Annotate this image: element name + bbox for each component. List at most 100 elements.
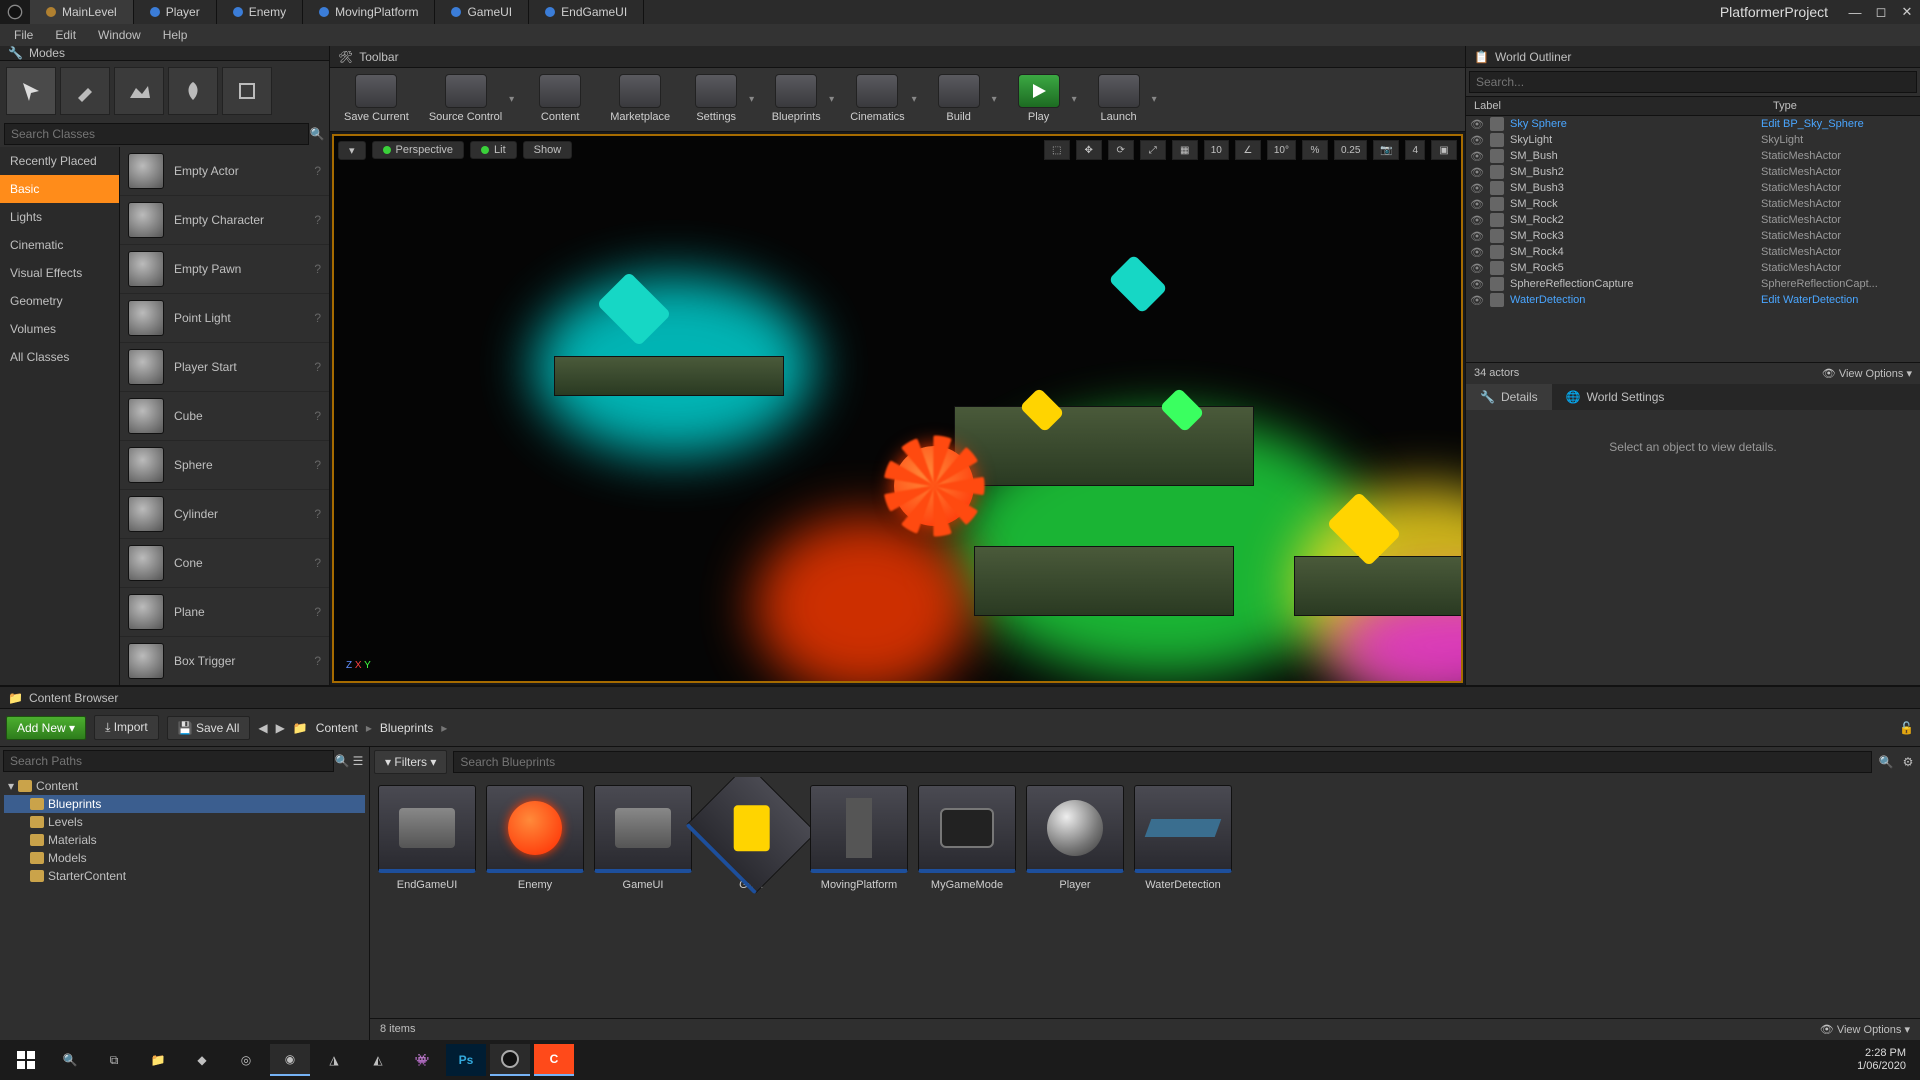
document-tab[interactable]: MainLevel <box>30 0 134 24</box>
outliner-row[interactable]: 👁SM_Bush3StaticMeshActor <box>1466 180 1920 196</box>
camtasia-icon[interactable]: C <box>534 1044 574 1076</box>
placement-category[interactable]: Geometry <box>0 287 119 315</box>
help-icon[interactable]: ? <box>314 262 321 276</box>
epic-launcher-icon[interactable]: ◆ <box>182 1044 222 1076</box>
asset-tile[interactable]: MyGameMode <box>918 785 1016 891</box>
window-close-button[interactable]: ✕ <box>1894 0 1920 24</box>
viewport-maximize-button[interactable]: ▣ <box>1431 140 1457 160</box>
help-icon[interactable]: ? <box>314 164 321 178</box>
breadcrumb-item[interactable]: Blueprints <box>380 721 433 735</box>
placement-actor[interactable]: Point Light? <box>120 294 329 343</box>
save-current-button[interactable]: Save Current <box>338 72 415 125</box>
placement-actor[interactable]: Box Trigger? <box>120 637 329 686</box>
task-view-icon[interactable]: ⧉ <box>94 1044 134 1076</box>
menu-item[interactable]: Window <box>88 26 151 44</box>
help-icon[interactable]: ? <box>314 311 321 325</box>
asset-tile[interactable]: Player <box>1026 785 1124 891</box>
level-viewport[interactable]: ▾ Perspective Lit Show ⬚ ✥ ⟳ ⤢ ▦ 10 ∠ 10… <box>332 134 1463 683</box>
unreal-icon[interactable] <box>490 1044 530 1076</box>
source-tree-node[interactable]: Levels <box>4 813 365 831</box>
search-icon[interactable]: 🔍 <box>309 126 325 142</box>
visibility-toggle-icon[interactable]: 👁 <box>1470 166 1484 179</box>
paint-mode-button[interactable] <box>60 67 110 115</box>
visibility-toggle-icon[interactable]: 👁 <box>1470 294 1484 307</box>
history-fwd-button[interactable]: ▶ <box>276 721 285 735</box>
import-button[interactable]: ⤓ Import <box>94 715 159 740</box>
add-new-button[interactable]: Add New ▾ <box>6 716 86 740</box>
placement-actor[interactable]: Cylinder? <box>120 490 329 539</box>
window-minimize-button[interactable]: — <box>1842 0 1868 24</box>
modes-panel-tab[interactable]: 🔧 Modes <box>0 46 329 61</box>
visibility-toggle-icon[interactable]: 👁 <box>1470 214 1484 227</box>
placement-actor[interactable]: Empty Actor? <box>120 147 329 196</box>
expand-icon[interactable]: ▾ <box>8 779 14 793</box>
world-settings-tab[interactable]: 🌐 World Settings <box>1552 384 1679 410</box>
steam-icon[interactable]: ◎ <box>226 1044 266 1076</box>
source-tree-node[interactable]: Materials <box>4 831 365 849</box>
document-tab[interactable]: Enemy <box>217 0 303 24</box>
visibility-toggle-icon[interactable]: 👁 <box>1470 278 1484 291</box>
asset-tile[interactable]: GameUI <box>594 785 692 891</box>
search-paths-input[interactable] <box>3 750 334 772</box>
asset-tile[interactable]: MovingPlatform <box>810 785 908 891</box>
source-tree-node[interactable]: ▾Content <box>4 777 365 795</box>
document-tab[interactable]: MovingPlatform <box>303 0 435 24</box>
placement-category[interactable]: Volumes <box>0 315 119 343</box>
content-view-options[interactable]: 👁 View Options ▾ <box>1820 1023 1910 1036</box>
help-icon[interactable]: ? <box>314 605 321 619</box>
visibility-toggle-icon[interactable]: 👁 <box>1470 246 1484 259</box>
placement-actor[interactable]: Empty Pawn? <box>120 245 329 294</box>
content-button[interactable]: Content <box>524 72 596 125</box>
search-classes-input[interactable] <box>4 123 309 145</box>
outliner-row[interactable]: 👁Sky SphereEdit BP_Sky_Sphere <box>1466 116 1920 132</box>
help-icon[interactable]: ? <box>314 556 321 570</box>
build-button[interactable]: Build <box>927 72 999 125</box>
outliner-search-input[interactable] <box>1469 71 1917 93</box>
visibility-toggle-icon[interactable]: 👁 <box>1470 230 1484 243</box>
placement-actor[interactable]: Sphere? <box>120 441 329 490</box>
menu-item[interactable]: File <box>4 26 43 44</box>
camera-speed-value[interactable]: 4 <box>1405 140 1425 160</box>
outliner-row[interactable]: 👁SM_Rock3StaticMeshActor <box>1466 228 1920 244</box>
transform-scale-button[interactable]: ⤢ <box>1140 140 1166 160</box>
visibility-toggle-icon[interactable]: 👁 <box>1470 150 1484 163</box>
source-tree-node[interactable]: StarterContent <box>4 867 365 885</box>
search-assets-input[interactable] <box>453 751 1872 773</box>
asset-settings-icon[interactable]: ⚙ <box>1900 754 1916 770</box>
outliner-row[interactable]: 👁SM_Rock5StaticMeshActor <box>1466 260 1920 276</box>
placement-category[interactable]: Recently Placed <box>0 147 119 175</box>
search-icon[interactable]: 🔍 <box>334 753 350 769</box>
outliner-row[interactable]: 👁SM_RockStaticMeshActor <box>1466 196 1920 212</box>
outliner-row[interactable]: 👁SM_Rock4StaticMeshActor <box>1466 244 1920 260</box>
viewport-show-menu[interactable]: Show <box>523 141 573 159</box>
foliage-mode-button[interactable] <box>168 67 218 115</box>
source-tree-node[interactable]: Models <box>4 849 365 867</box>
asset-tile[interactable]: Gem <box>702 785 800 891</box>
help-icon[interactable]: ? <box>314 360 321 374</box>
visibility-toggle-icon[interactable]: 👁 <box>1470 262 1484 275</box>
help-icon[interactable]: ? <box>314 654 321 668</box>
outliner-row[interactable]: 👁SkyLightSkyLight <box>1466 132 1920 148</box>
visibility-toggle-icon[interactable]: 👁 <box>1470 134 1484 147</box>
cinematics-button[interactable]: Cinematics <box>844 72 918 125</box>
menu-item[interactable]: Help <box>153 26 198 44</box>
document-tab[interactable]: EndGameUI <box>529 0 644 24</box>
sources-toggle-icon[interactable]: ☰ <box>350 753 366 769</box>
placement-category[interactable]: Basic <box>0 175 119 203</box>
placement-category[interactable]: All Classes <box>0 343 119 371</box>
filters-button[interactable]: ▾ Filters ▾ <box>374 750 447 774</box>
camera-speed-button[interactable]: 📷 <box>1373 140 1399 160</box>
menu-item[interactable]: Edit <box>45 26 86 44</box>
outliner-row[interactable]: 👁SM_BushStaticMeshActor <box>1466 148 1920 164</box>
viewport-perspective-toggle[interactable]: Perspective <box>372 141 464 159</box>
world-outliner-tab[interactable]: 📋 World Outliner <box>1466 46 1920 68</box>
snap-scale-value[interactable]: 0.25 <box>1334 140 1367 160</box>
document-tab[interactable]: GameUI <box>435 0 529 24</box>
visibility-toggle-icon[interactable]: 👁 <box>1470 118 1484 131</box>
outliner-row[interactable]: 👁WaterDetectionEdit WaterDetection <box>1466 292 1920 308</box>
save-all-button[interactable]: 💾 Save All <box>167 716 251 740</box>
blueprints-button[interactable]: Blueprints <box>764 72 836 125</box>
photoshop-icon[interactable]: Ps <box>446 1044 486 1076</box>
discord-icon[interactable]: 👾 <box>402 1044 442 1076</box>
taskbar-search-icon[interactable]: 🔍 <box>50 1044 90 1076</box>
